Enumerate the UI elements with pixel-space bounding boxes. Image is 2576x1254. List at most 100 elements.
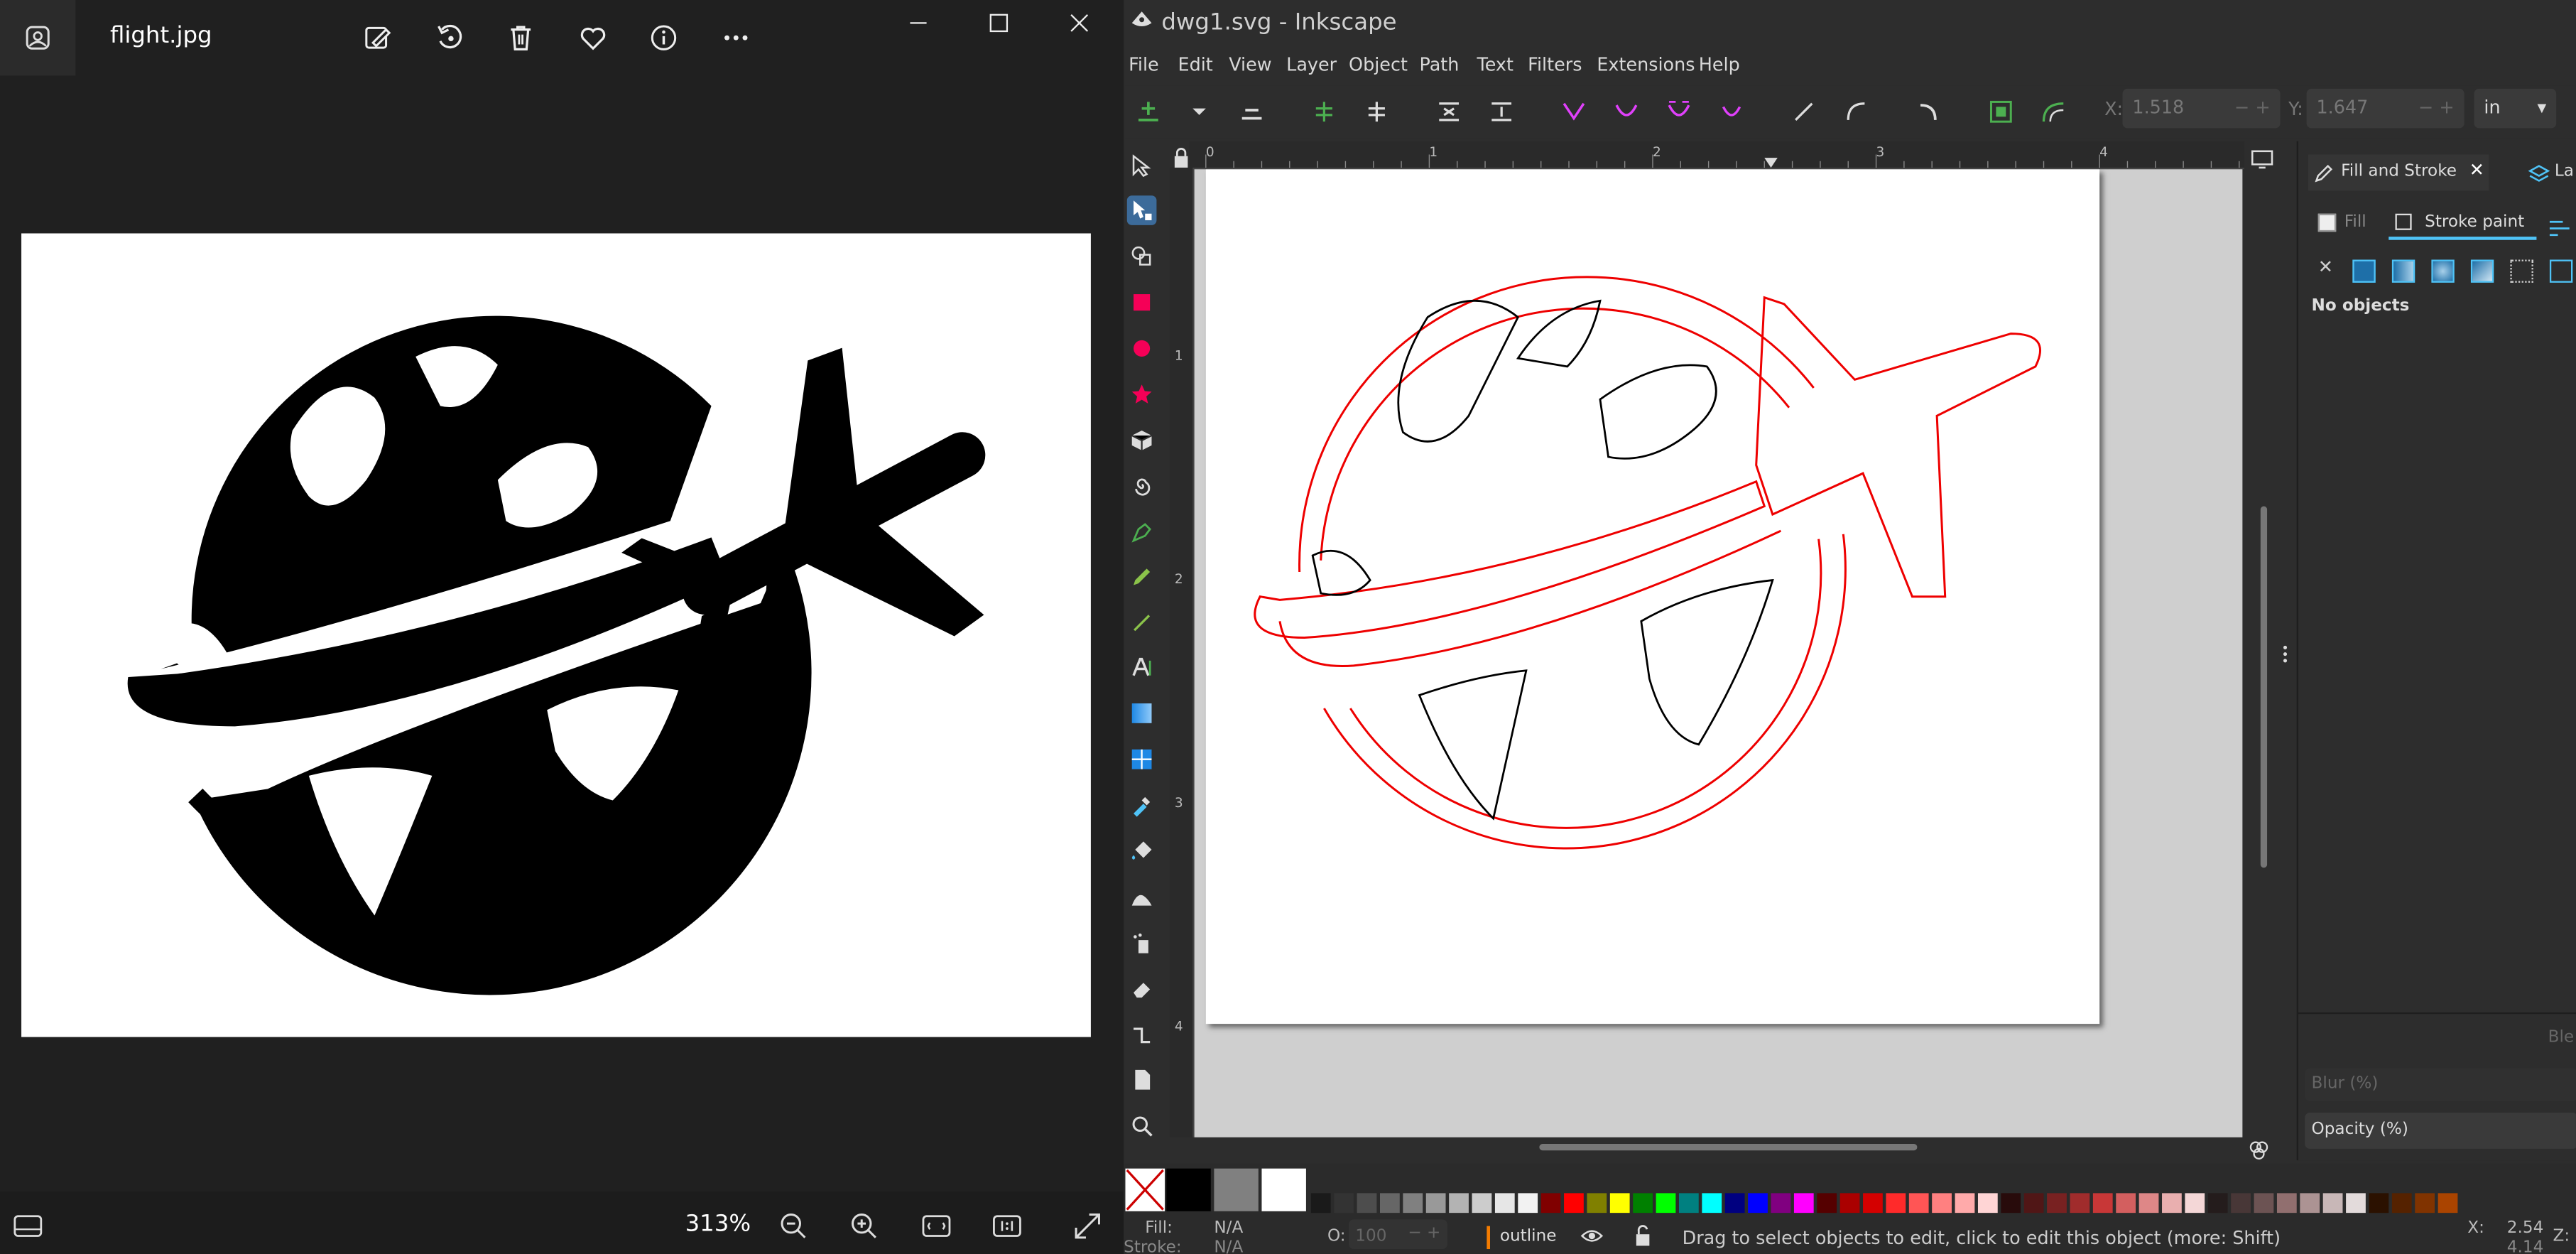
palette-swatch[interactable] <box>1261 1168 1306 1211</box>
stroke-style-icon[interactable] <box>2548 212 2571 243</box>
smooth-node-icon[interactable] <box>1612 97 1641 126</box>
subtab-stroke-paint[interactable]: Stroke paint <box>2388 210 2537 240</box>
selector-tool-icon[interactable] <box>1127 151 1157 181</box>
palette-swatch[interactable] <box>1817 1193 1837 1214</box>
fit-window-icon[interactable] <box>918 1210 955 1243</box>
x-coord-field[interactable]: 1.518− + <box>2122 88 2281 129</box>
palette-swatch[interactable] <box>1678 1193 1699 1214</box>
palette-swatch[interactable] <box>1863 1193 1883 1214</box>
pen-tool-icon[interactable] <box>1127 518 1157 548</box>
palette-swatch[interactable] <box>1587 1193 1607 1214</box>
menu-view[interactable]: View <box>1229 54 1271 75</box>
close-icon[interactable] <box>1046 5 1112 41</box>
palette-swatch[interactable] <box>1334 1193 1354 1214</box>
palette-swatch[interactable] <box>2276 1193 2297 1214</box>
text-tool-icon[interactable] <box>1127 652 1157 682</box>
palette-swatch[interactable] <box>1166 1168 1211 1211</box>
palette-swatch[interactable] <box>2138 1193 2159 1214</box>
palette-swatch[interactable] <box>2415 1193 2435 1214</box>
radial-gradient-icon[interactable] <box>2431 259 2455 283</box>
lock-guides-icon[interactable] <box>1171 145 1191 168</box>
spray-tool-icon[interactable] <box>1127 929 1157 958</box>
palette-swatch[interactable] <box>1609 1193 1630 1214</box>
y-coord-field[interactable]: 1.647− + <box>2306 88 2464 129</box>
palette-swatch[interactable] <box>1932 1193 1952 1214</box>
linear-gradient-icon[interactable] <box>2391 259 2415 283</box>
palette-swatch[interactable] <box>2369 1193 2389 1214</box>
close-tab-icon[interactable]: ✕ <box>2469 159 2484 180</box>
connector-tool-icon[interactable] <box>1127 1020 1157 1050</box>
ellipse-tool-icon[interactable] <box>1127 334 1157 364</box>
shape-builder-icon[interactable] <box>1127 242 1157 271</box>
segment-curve-icon[interactable] <box>1842 97 1871 126</box>
star-tool-icon[interactable] <box>1127 379 1157 409</box>
unit-select[interactable]: in ▾ <box>2474 88 2557 129</box>
palette-swatch[interactable] <box>1380 1193 1400 1214</box>
palette-swatch[interactable] <box>1908 1193 1929 1214</box>
mesh-tool-icon[interactable] <box>1127 745 1157 774</box>
palette-swatch[interactable] <box>2001 1193 2021 1214</box>
tweak-tool-icon[interactable] <box>1127 882 1157 912</box>
delete-node-icon[interactable] <box>1237 97 1267 126</box>
palette-swatch[interactable] <box>1214 1168 1259 1211</box>
palette-swatch[interactable] <box>1955 1193 1975 1214</box>
mesh-gradient-icon[interactable] <box>2470 259 2494 283</box>
pencil-tool-icon[interactable] <box>1127 562 1157 592</box>
paint-bucket-icon[interactable] <box>1127 836 1157 866</box>
eraser-tool-icon[interactable] <box>1127 975 1157 1005</box>
spiral-tool-icon[interactable] <box>1127 472 1157 502</box>
palette-swatch[interactable] <box>1748 1193 1768 1214</box>
palette-swatch[interactable] <box>2116 1193 2136 1214</box>
palette-swatch[interactable] <box>1357 1193 1377 1214</box>
menu-text[interactable]: Text <box>1477 54 1513 75</box>
join-segment-icon[interactable] <box>1434 97 1464 126</box>
cusp-node-icon[interactable] <box>1559 97 1589 126</box>
delete-segment-icon[interactable] <box>1487 97 1516 126</box>
palette-swatch[interactable] <box>2300 1193 2320 1214</box>
palette-swatch[interactable] <box>1564 1193 1584 1214</box>
favorite-icon[interactable] <box>573 18 613 58</box>
palette-swatch[interactable] <box>1702 1193 1722 1214</box>
gradient-tool-icon[interactable] <box>1127 698 1157 728</box>
calligraphy-tool-icon[interactable] <box>1127 607 1157 637</box>
insert-node-icon[interactable] <box>1134 97 1163 126</box>
break-path-icon[interactable] <box>1362 97 1392 126</box>
palette-swatch[interactable] <box>2322 1193 2343 1214</box>
zoom-out-icon[interactable] <box>776 1210 812 1243</box>
vertical-scrollbar[interactable] <box>2257 169 2271 1137</box>
menu-object[interactable]: Object <box>1349 54 1408 75</box>
layer-lock-icon[interactable] <box>1633 1224 1653 1252</box>
menu-filters[interactable]: Filters <box>1528 54 1582 75</box>
palette-swatch[interactable] <box>1403 1193 1423 1214</box>
dropper-tool-icon[interactable] <box>1127 791 1157 821</box>
palette-swatch[interactable] <box>1310 1193 1331 1214</box>
menu-path[interactable]: Path <box>1420 54 1460 75</box>
palette-swatch[interactable] <box>1540 1193 1561 1214</box>
palette-swatch[interactable] <box>2207 1193 2228 1214</box>
maximize-icon[interactable] <box>966 5 1032 41</box>
pages-tool-icon[interactable] <box>1127 1065 1157 1095</box>
palette-swatch[interactable] <box>2231 1193 2251 1214</box>
horizontal-scrollbar[interactable] <box>1195 1140 2243 1154</box>
fullscreen-icon[interactable] <box>1070 1210 1106 1243</box>
menu-layer[interactable]: Layer <box>1286 54 1337 75</box>
palette-swatch[interactable] <box>1425 1193 1446 1214</box>
palette-swatch[interactable] <box>1633 1193 1653 1214</box>
palette-swatch[interactable] <box>2162 1193 2182 1214</box>
palette-swatch[interactable] <box>2023 1193 2044 1214</box>
symmetric-node-icon[interactable] <box>1664 97 1694 126</box>
object-to-path-icon[interactable] <box>1914 97 1944 126</box>
dropdown-arrow-icon[interactable] <box>1185 97 1214 126</box>
palette-swatch[interactable] <box>1518 1193 1538 1214</box>
show-handles-icon[interactable] <box>2039 97 2069 126</box>
drawing-canvas[interactable] <box>1194 169 2243 1137</box>
auto-smooth-node-icon[interactable] <box>1717 97 1746 126</box>
edit-image-icon[interactable] <box>358 18 398 58</box>
menu-file[interactable]: File <box>1129 54 1159 75</box>
palette-swatch[interactable] <box>2047 1193 2067 1214</box>
palette-swatch[interactable] <box>2070 1193 2090 1214</box>
layer-visibility-icon[interactable] <box>1580 1226 1604 1251</box>
flat-color-icon[interactable] <box>2352 259 2376 283</box>
pattern-icon[interactable] <box>2510 259 2533 283</box>
palette-swatch[interactable] <box>2185 1193 2205 1214</box>
